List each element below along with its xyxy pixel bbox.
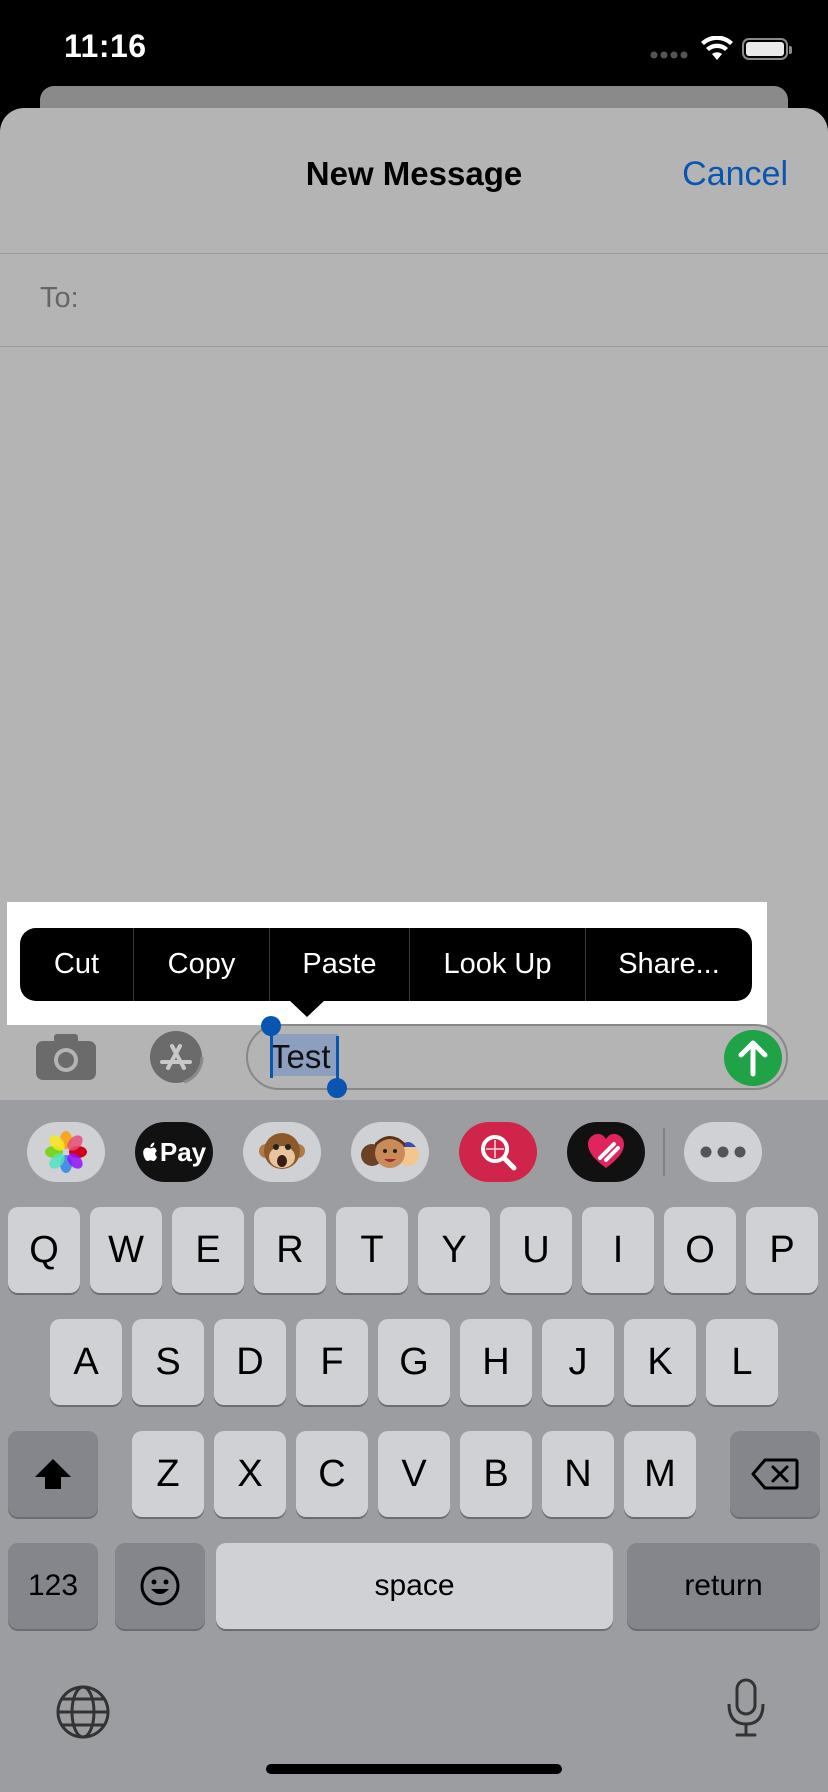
context-menu-arrow [289,1000,325,1017]
home-indicator[interactable] [266,1764,562,1774]
apple-pay-icon[interactable]: Pay [135,1122,213,1182]
selection-start-caret [270,1030,273,1078]
key-h[interactable]: H [460,1319,532,1405]
apple-logo-icon [143,1142,157,1161]
key-x[interactable]: X [214,1431,286,1517]
selection-start-handle[interactable] [261,1016,281,1036]
shift-icon [35,1459,71,1489]
key-p[interactable]: P [746,1207,818,1293]
camera-icon[interactable] [34,1032,98,1082]
recipient-input[interactable] [90,270,794,328]
key-b[interactable]: B [460,1431,532,1517]
key-c[interactable]: C [296,1431,368,1517]
divider [0,346,828,347]
send-button[interactable] [724,1030,782,1086]
numbers-key[interactable]: 123 [8,1543,98,1629]
return-key[interactable]: return [627,1543,820,1629]
apple-pay-label: Pay [159,1136,207,1167]
key-n[interactable]: N [542,1431,614,1517]
edit-context-menu: Cut Copy Paste Look Up Share... [20,928,752,1001]
more-icon[interactable] [684,1122,762,1182]
delete-key[interactable] [730,1431,820,1517]
key-t[interactable]: T [336,1207,408,1293]
backspace-icon [751,1458,799,1490]
cancel-button[interactable]: Cancel [682,155,788,194]
microphone-icon[interactable] [725,1678,767,1738]
globe-icon[interactable] [55,1684,111,1740]
selection-end-handle[interactable] [327,1078,347,1098]
key-f[interactable]: F [296,1319,368,1405]
key-e[interactable]: E [172,1207,244,1293]
emoji-key[interactable] [115,1543,205,1629]
wifi-icon [701,36,733,60]
key-l[interactable]: L [706,1319,778,1405]
cut-button[interactable]: Cut [20,928,134,1001]
digital-touch-icon[interactable] [567,1122,645,1182]
key-g[interactable]: G [378,1319,450,1405]
photos-icon[interactable] [27,1122,105,1182]
status-time: 11:16 [64,28,147,64]
divider [0,253,828,254]
key-v[interactable]: V [378,1431,450,1517]
key-q[interactable]: Q [8,1207,80,1293]
emoji-icon [140,1566,180,1606]
key-j[interactable]: J [542,1319,614,1405]
paste-button[interactable]: Paste [270,928,410,1001]
copy-button[interactable]: Copy [134,928,270,1001]
message-text[interactable]: Test [270,1038,331,1076]
app-store-icon[interactable] [140,1030,212,1085]
look-up-button[interactable]: Look Up [410,928,586,1001]
images-search-icon[interactable] [459,1122,537,1182]
key-z[interactable]: Z [132,1431,204,1517]
key-i[interactable]: I [582,1207,654,1293]
key-d[interactable]: D [214,1319,286,1405]
app-drawer-divider [663,1128,665,1176]
key-w[interactable]: W [90,1207,162,1293]
share-button[interactable]: Share... [586,928,752,1001]
key-r[interactable]: R [254,1207,326,1293]
key-s[interactable]: S [132,1319,204,1405]
battery-icon [742,38,792,60]
cellular-signal-icon [650,51,688,59]
key-o[interactable]: O [664,1207,736,1293]
space-key[interactable]: space [216,1543,613,1629]
key-a[interactable]: A [50,1319,122,1405]
key-m[interactable]: M [624,1431,696,1517]
shift-key[interactable] [8,1431,98,1517]
key-u[interactable]: U [500,1207,572,1293]
to-label: To: [40,282,79,314]
memoji-icon[interactable] [351,1122,429,1182]
animoji-monkey-icon[interactable] [243,1122,321,1182]
key-y[interactable]: Y [418,1207,490,1293]
key-k[interactable]: K [624,1319,696,1405]
